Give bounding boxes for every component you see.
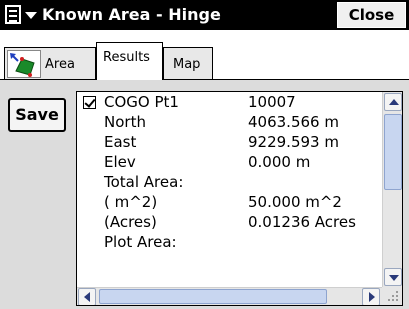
tab-results-label: Results xyxy=(103,50,150,65)
tab-area-label: Area xyxy=(45,57,75,72)
list-item[interactable]: Total Area: xyxy=(77,172,382,192)
row-value: 0.01236 Acres xyxy=(248,213,356,231)
results-list[interactable]: COGO Pt1 10007 North 4063.566 m East 922… xyxy=(76,91,403,306)
row-value: 50.000 m^2 xyxy=(248,193,342,211)
horizontal-scroll-thumb[interactable] xyxy=(99,289,327,304)
vertical-scroll-thumb[interactable] xyxy=(384,114,402,190)
list-item[interactable]: COGO Pt1 10007 xyxy=(77,92,382,112)
row-label: COGO Pt1 xyxy=(104,93,179,111)
list-item[interactable]: East 9229.593 m xyxy=(77,132,382,152)
row-label: Elev xyxy=(104,153,136,171)
row-label: East xyxy=(104,133,137,151)
row-value: 10007 xyxy=(248,93,296,111)
scroll-left-button[interactable] xyxy=(78,288,96,305)
row-label: Total Area: xyxy=(104,173,184,191)
tab-results[interactable]: Results xyxy=(96,42,163,80)
chevron-up-icon xyxy=(389,99,399,105)
tab-area[interactable]: Area xyxy=(4,47,96,80)
close-button[interactable]: Close xyxy=(337,2,406,28)
row-value: 4063.566 m xyxy=(248,113,339,131)
row-label: (Acres) xyxy=(104,213,157,231)
tab-map[interactable]: Map xyxy=(163,47,213,80)
list-item[interactable]: North 4063.566 m xyxy=(77,112,382,132)
scroll-down-button[interactable] xyxy=(384,268,402,286)
title-bar: Known Area - Hinge Close xyxy=(0,0,409,30)
dropdown-arrow-icon xyxy=(25,12,37,19)
scroll-up-button[interactable] xyxy=(384,93,402,111)
list-item[interactable]: Elev 0.000 m xyxy=(77,152,382,172)
row-label: ( m^2) xyxy=(104,193,158,211)
results-panel: Save COGO Pt1 10007 North 4063.566 m Eas… xyxy=(0,80,409,309)
row-value: 0.000 m xyxy=(248,153,311,171)
area-polygon-icon xyxy=(7,50,41,78)
save-button[interactable]: Save xyxy=(8,98,66,132)
list-item[interactable]: (Acres) 0.01236 Acres xyxy=(77,212,382,232)
chevron-left-icon xyxy=(84,292,90,302)
row-value: 9229.593 m xyxy=(248,133,339,151)
row-label: Plot Area: xyxy=(104,233,177,251)
row-checkbox[interactable] xyxy=(83,96,96,109)
start-menu-button[interactable] xyxy=(2,3,40,27)
vertical-scrollbar[interactable] xyxy=(382,92,402,287)
tab-map-label: Map xyxy=(173,57,201,72)
list-item[interactable]: ( m^2) 50.000 m^2 xyxy=(77,192,382,212)
resize-grip-icon xyxy=(382,287,402,305)
list-item[interactable]: Plot Area: xyxy=(77,232,382,252)
chevron-right-icon xyxy=(369,292,375,302)
tab-strip: Area Results Map xyxy=(0,30,409,80)
results-rows: COGO Pt1 10007 North 4063.566 m East 922… xyxy=(77,92,382,252)
menu-icon xyxy=(5,5,21,24)
horizontal-scrollbar[interactable] xyxy=(77,287,382,305)
scroll-right-button[interactable] xyxy=(362,288,380,305)
window-title: Known Area - Hinge xyxy=(42,5,221,24)
chevron-down-icon xyxy=(389,275,399,281)
row-label: North xyxy=(104,113,146,131)
